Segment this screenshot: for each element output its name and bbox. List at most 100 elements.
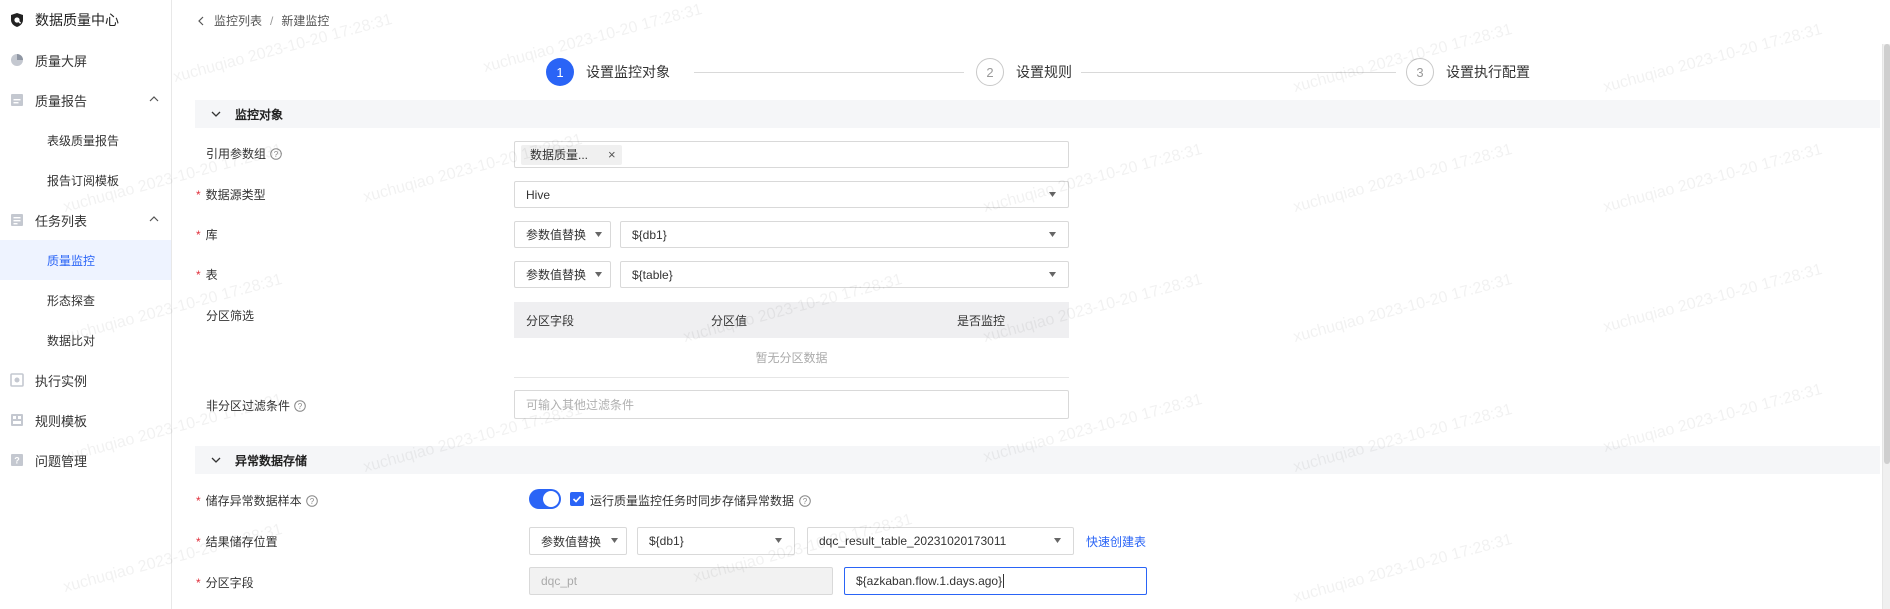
sidebar-item-report[interactable]: 质量报告 xyxy=(0,80,171,120)
select-value: Hive xyxy=(526,187,551,202)
app-brand[interactable]: 数据质量中心 xyxy=(0,0,171,40)
select-value: 参数值替换 xyxy=(526,228,587,242)
step-3[interactable]: 3 设置执行配置 xyxy=(1406,58,1530,86)
svg-text:?: ? xyxy=(309,496,314,505)
sync-store-label: 运行质量监控任务时同步存储异常数据 ? xyxy=(590,492,811,509)
tag-text: 数据质量... xyxy=(530,148,589,162)
sidebar-item-label: 质量大屏 xyxy=(35,53,88,69)
step-label: 设置监控对象 xyxy=(586,64,670,80)
help-icon[interactable]: ? xyxy=(799,494,811,507)
store-sample-label: * 储存异常数据样本 ? xyxy=(196,492,318,509)
sidebar-item-report-template[interactable]: 报告订阅模板 xyxy=(0,160,171,200)
param-group-select[interactable]: 数据质量... × xyxy=(514,141,1069,168)
breadcrumb-separator: / xyxy=(270,13,274,28)
section-title: 异常数据存储 xyxy=(235,453,308,468)
label-text: 表 xyxy=(205,268,218,282)
caret-down-icon xyxy=(1049,191,1056,197)
db-mode-select[interactable]: 参数值替换 xyxy=(514,221,611,248)
sync-store-checkbox[interactable] xyxy=(570,492,584,506)
sidebar-item-label: 规则模板 xyxy=(35,413,88,429)
select-value: 参数值替换 xyxy=(526,268,587,282)
partition-table-header: 分区字段 分区值 是否监控 xyxy=(514,302,1069,338)
filter-condition-input[interactable]: 可输入其他过滤条件 xyxy=(514,390,1069,419)
filter-condition-label: 非分区过滤条件 ? xyxy=(206,397,306,414)
instance-icon xyxy=(9,372,25,388)
result-mode-select[interactable]: 参数值替换 xyxy=(529,527,627,555)
sidebar-item-label: 表级质量报告 xyxy=(47,133,120,148)
partition-table-empty: 暂无分区数据 xyxy=(514,338,1069,378)
help-icon[interactable]: ? xyxy=(270,147,282,160)
sidebar-item-quality-monitor[interactable]: 质量监控 xyxy=(0,240,171,280)
column-header: 是否监控 xyxy=(957,313,1006,328)
required-mark: * xyxy=(196,267,201,282)
help-icon[interactable]: ? xyxy=(305,494,318,507)
step-number: 3 xyxy=(1406,58,1434,86)
step-connector xyxy=(694,72,964,73)
select-value: ${table} xyxy=(632,267,673,282)
step-label: 设置规则 xyxy=(1016,64,1072,80)
section-title: 监控对象 xyxy=(235,107,284,122)
sidebar-item-table-report[interactable]: 表级质量报告 xyxy=(0,120,171,160)
sidebar-item-task-list[interactable]: 任务列表 xyxy=(0,200,171,240)
db-label: * 库 xyxy=(196,226,218,243)
result-db-select[interactable]: ${db1} xyxy=(637,527,795,555)
sidebar-item-label: 问题管理 xyxy=(35,453,88,469)
scrollbar-thumb[interactable] xyxy=(1884,44,1890,464)
vertical-scrollbar[interactable] xyxy=(1882,44,1890,609)
label-text: 运行质量监控任务时同步存储异常数据 xyxy=(590,494,795,508)
app-title: 数据质量中心 xyxy=(35,12,119,28)
close-icon[interactable]: × xyxy=(608,147,616,162)
caret-down-icon xyxy=(775,538,782,543)
chevron-down-icon xyxy=(211,457,221,463)
sidebar-item-rule-template[interactable]: 规则模板 xyxy=(0,400,171,440)
toggle-knob xyxy=(543,491,559,507)
param-group-label: 引用参数组 ? xyxy=(206,145,282,162)
table-value-select[interactable]: ${table} xyxy=(620,261,1069,288)
sidebar-item-shape-explore[interactable]: 形态探查 xyxy=(0,280,171,320)
caret-down-icon xyxy=(595,231,602,237)
main-content: 监控列表 / 新建监控 1 设置监控对象 2 设置规则 3 设置执行配置 监控对… xyxy=(172,0,1890,609)
label-text: 非分区过滤条件 xyxy=(206,399,291,413)
sidebar-item-dashboard[interactable]: 质量大屏 xyxy=(0,40,171,80)
svg-text:?: ? xyxy=(14,456,20,466)
section-monitor-header[interactable]: 监控对象 xyxy=(195,100,1880,128)
step-2[interactable]: 2 设置规则 xyxy=(976,58,1072,86)
step-number: 1 xyxy=(546,58,574,86)
store-sample-toggle[interactable] xyxy=(529,489,561,509)
sidebar-item-data-compare[interactable]: 数据比对 xyxy=(0,320,171,360)
db-value-select[interactable]: ${db1} xyxy=(620,221,1069,248)
svg-text:?: ? xyxy=(803,496,808,505)
step-1[interactable]: 1 设置监控对象 xyxy=(546,58,670,86)
select-value: ${db1} xyxy=(632,227,667,242)
partition-filter-label: 分区筛选 xyxy=(206,307,254,324)
svg-text:?: ? xyxy=(298,401,303,410)
label-text: 库 xyxy=(205,228,218,242)
sidebar-item-label: 数据比对 xyxy=(47,333,96,348)
chevron-up-icon[interactable] xyxy=(149,94,159,104)
breadcrumb-parent[interactable]: 监控列表 xyxy=(214,12,262,29)
sidebar-item-instances[interactable]: 执行实例 xyxy=(0,360,171,400)
partition-field-value-input[interactable]: ${azkaban.flow.1.days.ago} xyxy=(844,567,1147,595)
template-icon xyxy=(9,412,25,428)
partition-field-label: * 分区字段 xyxy=(196,574,254,591)
input-value: ${azkaban.flow.1.days.ago} xyxy=(856,574,1003,588)
section-abnormal-header[interactable]: 异常数据存储 xyxy=(195,446,1880,474)
source-type-select[interactable]: Hive xyxy=(514,181,1069,208)
breadcrumb: 监控列表 / 新建监控 xyxy=(196,12,329,29)
sidebar-item-label: 报告订阅模板 xyxy=(47,173,120,188)
column-header: 分区值 xyxy=(711,313,748,328)
required-mark: * xyxy=(196,534,201,549)
help-icon[interactable]: ? xyxy=(294,399,306,412)
select-value: dqc_result_table_20231020173011 xyxy=(819,534,1007,548)
chevron-up-icon[interactable] xyxy=(149,214,159,224)
sidebar-item-issues[interactable]: ? 问题管理 xyxy=(0,440,171,480)
table-mode-select[interactable]: 参数值替换 xyxy=(514,261,611,288)
caret-down-icon xyxy=(611,538,618,543)
sidebar: 数据质量中心 质量大屏 质量报告 表级质量报告 报告订阅模板 任务列表 质量监控… xyxy=(0,0,172,609)
step-label: 设置执行配置 xyxy=(1446,64,1530,80)
chevron-left-icon[interactable] xyxy=(196,16,206,26)
svg-text:?: ? xyxy=(274,149,279,158)
chevron-down-icon xyxy=(211,111,221,117)
quick-create-table-link[interactable]: 快速创建表 xyxy=(1086,533,1146,550)
result-table-select[interactable]: dqc_result_table_20231020173011 xyxy=(807,527,1074,555)
